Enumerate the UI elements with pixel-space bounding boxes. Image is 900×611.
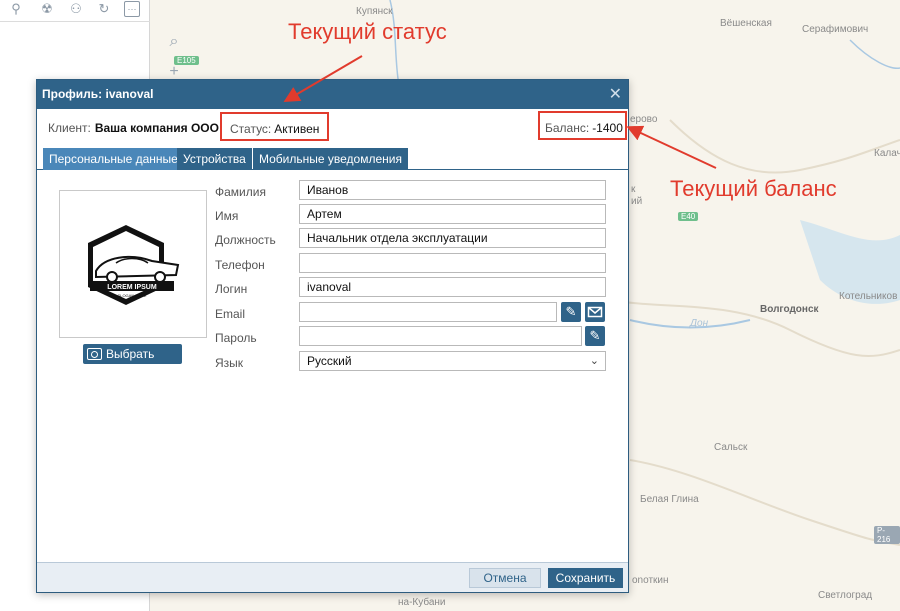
- firstname-label: Имя: [215, 209, 239, 223]
- more-icon[interactable]: ⋯: [124, 1, 140, 17]
- map-label-volgodonsk: Волгодонск: [760, 304, 819, 315]
- map-label-salsk: Сальск: [714, 442, 748, 453]
- logo-text: LOREM IPSUM: [107, 284, 157, 291]
- phone-label: Телефон: [215, 258, 265, 272]
- language-select[interactable]: Русский ⌄: [299, 351, 606, 371]
- alarm-icon[interactable]: ☢: [38, 0, 56, 18]
- company-logo: LOREM IPSUM SLOGAN HERE: [88, 225, 180, 305]
- info-row: Клиент: Ваша компания ООО Статус: Активен …: [37, 109, 628, 145]
- lastname-field[interactable]: Иванов: [299, 180, 606, 200]
- left-toolbar: ⚲ ☢ ⚇ ↻ ⋯: [0, 0, 150, 22]
- map-label-don: Дон: [690, 318, 709, 329]
- road-badge-e40: E40: [678, 212, 699, 221]
- tab-content: LOREM IPSUM SLOGAN HERE Выбрать фото Фам…: [37, 170, 628, 563]
- map-label-kotelnikovo: Котельников: [839, 291, 898, 302]
- annotation-status: Текущий статус: [288, 19, 447, 44]
- password-field[interactable]: [299, 326, 582, 346]
- map-label-svetlograd: Светлоград: [818, 590, 873, 601]
- balance-value: -1400: [592, 121, 623, 135]
- map-label-potkin: оnоткин: [632, 575, 669, 586]
- logo-slogan: SLOGAN HERE: [118, 293, 147, 298]
- map-label-serafimovich: Серафимович: [802, 24, 869, 35]
- tab-bar: Персональные данные Устройства Мобильные…: [37, 145, 628, 170]
- map-label-kalach: Калач: [874, 148, 900, 159]
- status-label: Статус:: [230, 122, 272, 136]
- position-field[interactable]: Начальник отдела эксплуатации: [299, 228, 606, 248]
- email-field[interactable]: [299, 302, 557, 322]
- map-label-kupyansk: Купянск: [356, 6, 393, 17]
- binoculars-icon[interactable]: ⚇: [67, 0, 85, 18]
- tab-devices[interactable]: Устройства: [177, 148, 252, 170]
- envelope-icon: [587, 306, 603, 318]
- road-badge-p216: P-216: [874, 526, 900, 544]
- chevron-down-icon: ⌄: [589, 355, 599, 367]
- tab-personal-data[interactable]: Персональные данные: [43, 148, 184, 170]
- client-label: Клиент:: [48, 121, 91, 135]
- dialog-footer: Отмена Сохранить: [37, 562, 628, 592]
- dialog-title: Профиль: ivanoval: [42, 87, 154, 101]
- map-label-k1: к: [631, 184, 636, 195]
- annotation-balance: Текущий баланс: [670, 176, 837, 201]
- zoom-search-icon[interactable]: ⌕: [162, 30, 186, 54]
- pencil-icon: ✎: [589, 328, 601, 343]
- profile-dialog: Профиль: ivanoval ✕ Клиент: Ваша компания…: [36, 79, 629, 593]
- balance-info: Баланс: -1400: [538, 111, 627, 140]
- firstname-field[interactable]: Артем: [299, 204, 606, 224]
- map-label-veshenskaya: Вёшенская: [720, 18, 772, 29]
- cancel-button[interactable]: Отмена: [469, 568, 541, 588]
- search-key-icon[interactable]: ⚲: [7, 0, 25, 18]
- edit-password-button[interactable]: ✎: [585, 326, 605, 346]
- camera-icon: [87, 348, 102, 360]
- client-info: Клиент: Ваша компания ООО: [48, 121, 219, 135]
- email-label: Email: [215, 307, 246, 321]
- client-value: Ваша компания ООО: [94, 121, 219, 135]
- language-value: Русский: [307, 354, 352, 368]
- login-label: Логин: [215, 282, 248, 296]
- balance-label: Баланс:: [545, 121, 590, 135]
- map-label-belaya-glina: Белая Глина: [640, 494, 699, 505]
- pencil-icon: ✎: [565, 304, 577, 319]
- status-info: Статус: Активен: [220, 112, 329, 141]
- map-label-lovo: ерово: [630, 114, 658, 125]
- map-label-k2: ий: [631, 196, 643, 207]
- status-value: Активен: [274, 122, 320, 136]
- map-label-nakubani: на-Кубани: [398, 597, 446, 608]
- edit-email-button[interactable]: ✎: [561, 302, 581, 322]
- profile-photo: LOREM IPSUM SLOGAN HERE: [59, 190, 207, 338]
- login-field[interactable]: ivanoval: [299, 277, 606, 297]
- close-icon[interactable]: ✕: [609, 80, 622, 109]
- send-email-button[interactable]: [585, 302, 605, 322]
- history-icon[interactable]: ↻: [95, 0, 113, 18]
- language-label: Язык: [215, 356, 244, 370]
- position-label: Должность: [215, 233, 276, 247]
- phone-field[interactable]: [299, 253, 606, 273]
- password-label: Пароль: [215, 331, 257, 345]
- tab-mobile-notifications[interactable]: Мобильные уведомления: [253, 148, 408, 170]
- save-button[interactable]: Сохранить: [548, 568, 623, 588]
- choose-photo-button[interactable]: Выбрать фото: [83, 344, 182, 381]
- lastname-label: Фамилия: [215, 185, 266, 199]
- dialog-titlebar: Профиль: ivanoval ✕: [37, 80, 628, 109]
